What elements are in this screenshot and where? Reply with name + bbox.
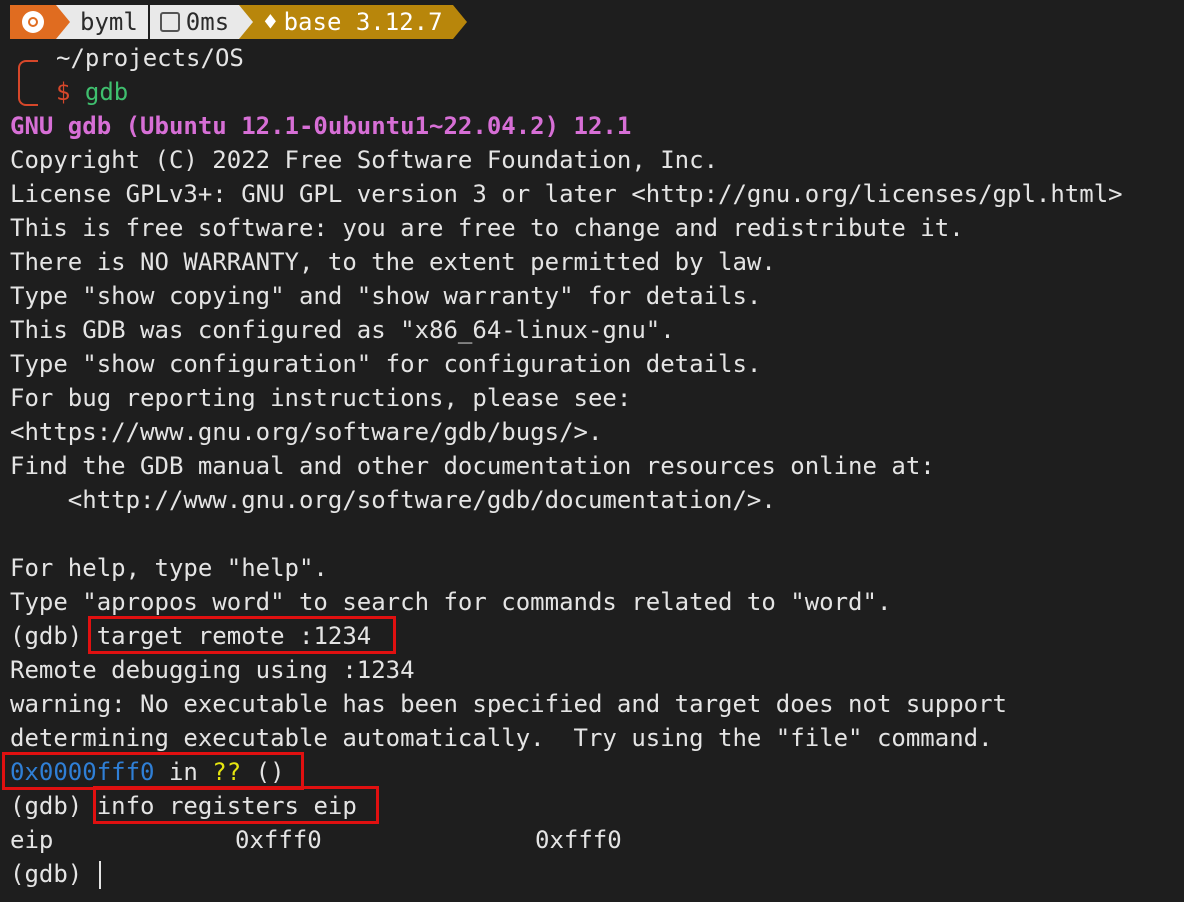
output-line: For bug reporting instructions, please s… bbox=[10, 384, 632, 412]
terminal-window[interactable]: byml 0ms ♦ base 3.12.7 ~/projects/OS $ g… bbox=[0, 0, 1184, 902]
output-line: Copyright (C) 2022 Free Software Foundat… bbox=[10, 146, 719, 174]
output-line: For help, type "help". bbox=[10, 554, 328, 582]
ubuntu-icon bbox=[22, 11, 44, 33]
segment-separator bbox=[239, 5, 254, 39]
powerline-prompt: byml 0ms ♦ base 3.12.7 bbox=[10, 5, 467, 39]
time-label: 0ms bbox=[185, 8, 230, 36]
output-line: determining executable automatically. Tr… bbox=[10, 724, 993, 752]
output-line: Type "show copying" and "show warranty" … bbox=[10, 282, 762, 310]
time-segment: 0ms bbox=[147, 5, 240, 39]
output-line: Type "show configuration" for configurat… bbox=[10, 350, 762, 378]
gdb-input-line[interactable]: (gdb) bbox=[10, 857, 101, 891]
output-line: License GPLv3+: GNU GPL version 3 or lat… bbox=[10, 180, 1123, 208]
gdb-prompt: (gdb) bbox=[10, 860, 83, 888]
output-line: <http://www.gnu.org/software/gdb/documen… bbox=[10, 486, 776, 514]
user-label: byml bbox=[80, 8, 138, 36]
gdb-prompt: (gdb) bbox=[10, 792, 83, 820]
gdb-banner: GNU gdb (Ubuntu 12.1-0ubuntu1~22.04.2) 1… bbox=[10, 112, 632, 140]
env-segment: ♦ base 3.12.7 bbox=[253, 5, 453, 39]
output-line: Find the GDB manual and other documentat… bbox=[10, 452, 935, 480]
segment-separator bbox=[56, 5, 70, 39]
register-name: eip bbox=[10, 826, 54, 854]
python-icon: ♦ bbox=[263, 8, 278, 36]
segment-separator bbox=[452, 5, 467, 39]
text-cursor bbox=[98, 861, 101, 889]
register-hex-value: 0xfff0 bbox=[235, 826, 322, 854]
command-line: $ gdb bbox=[56, 75, 128, 109]
prompt-symbol: $ bbox=[56, 78, 71, 106]
highlight-box bbox=[93, 786, 379, 824]
output-line: warning: No executable has been specifie… bbox=[10, 690, 1007, 718]
command-text: gdb bbox=[84, 78, 129, 106]
prompt-frame bbox=[18, 60, 38, 96]
output-line: This is free software: you are free to c… bbox=[10, 214, 964, 242]
register-natural-value: 0xfff0 bbox=[535, 826, 622, 854]
highlight-box bbox=[2, 752, 304, 790]
output-line: Type "apropos word" to search for comman… bbox=[10, 588, 892, 616]
output-line: Remote debugging using :1234 bbox=[10, 656, 415, 684]
output-line: <https://www.gnu.org/software/gdb/bugs/>… bbox=[10, 418, 603, 446]
prompt-frame bbox=[18, 94, 38, 106]
env-label: base 3.12.7 bbox=[283, 8, 443, 36]
output-line: This GDB was configured as "x86_64-linux… bbox=[10, 316, 675, 344]
cwd-path: ~/projects/OS bbox=[56, 44, 244, 72]
gdb-prompt: (gdb) bbox=[10, 622, 83, 650]
output-line: There is NO WARRANTY, to the extent perm… bbox=[10, 248, 776, 276]
user-segment: byml bbox=[70, 5, 148, 39]
highlight-box bbox=[88, 616, 396, 654]
terminal-icon bbox=[159, 12, 180, 32]
os-segment bbox=[10, 5, 56, 39]
